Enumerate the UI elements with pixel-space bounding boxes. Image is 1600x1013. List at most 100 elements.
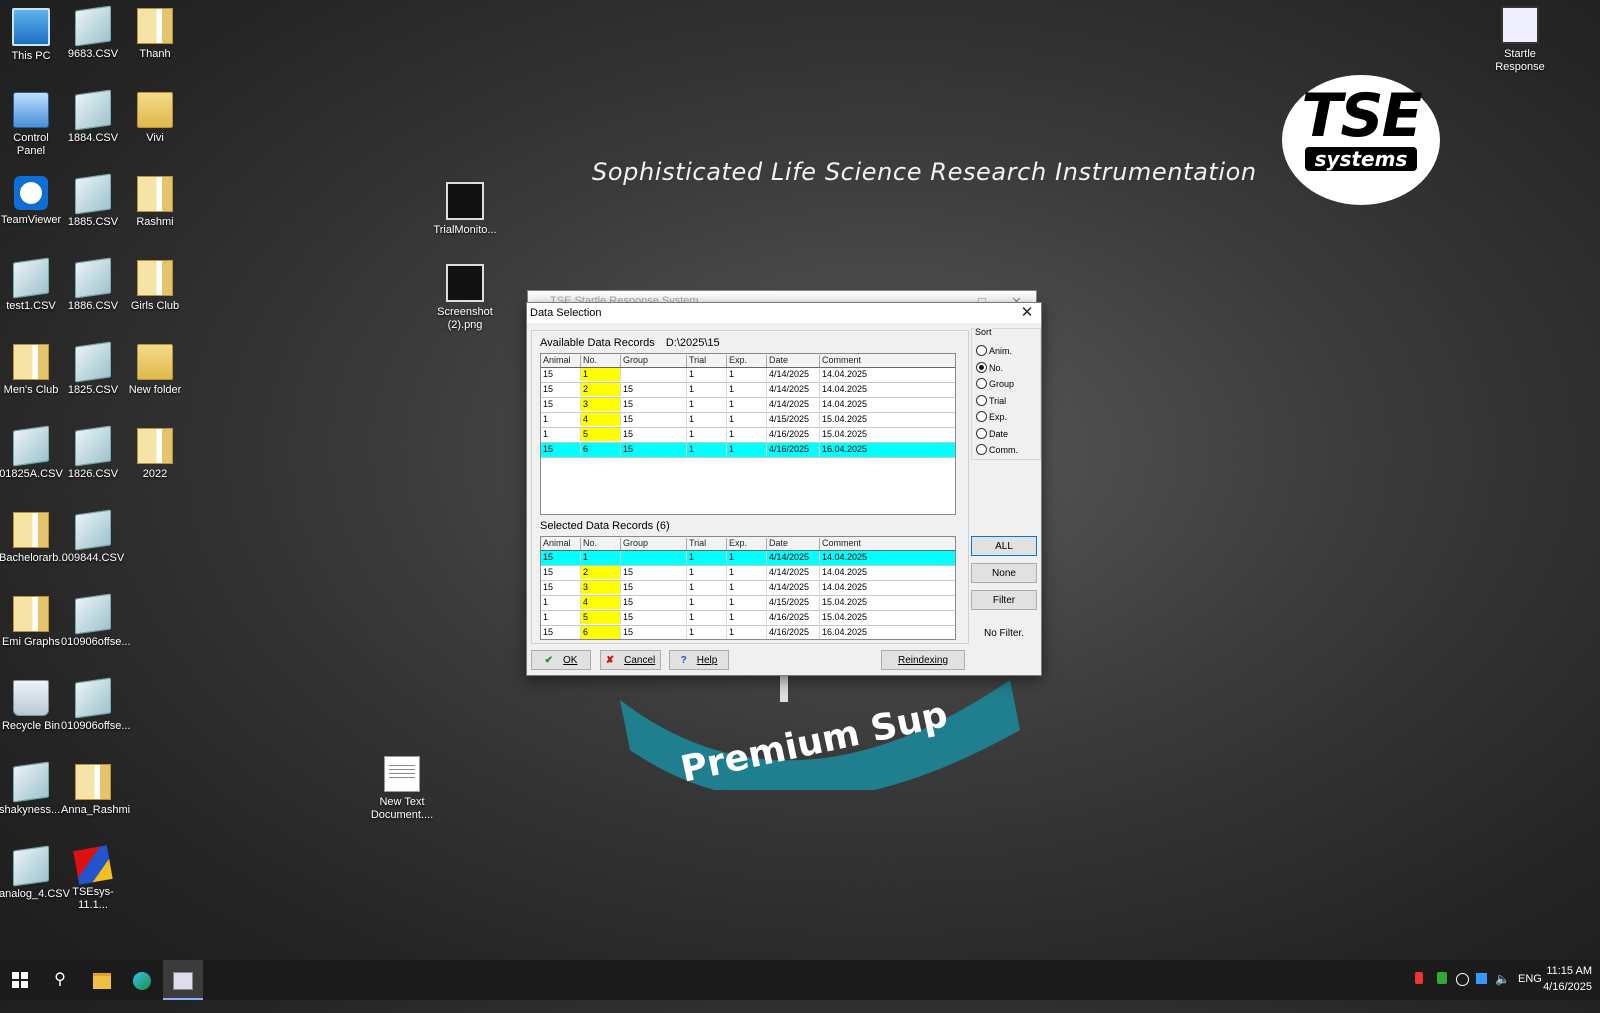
column-header[interactable]: Exp.: [727, 538, 767, 550]
sort-option[interactable]: Date: [976, 427, 1008, 439]
desktop-icon[interactable]: analog_4.CSV: [0, 845, 70, 901]
table-row[interactable]: 15 3 15 1 1 4/14/2025 14.04.2025: [541, 398, 955, 413]
desktop-icon[interactable]: 9683.CSV: [61, 5, 125, 61]
radio-button[interactable]: [976, 378, 987, 389]
edge-browser-icon[interactable]: [122, 960, 162, 1000]
sort-option[interactable]: Group: [976, 378, 1014, 389]
desktop-icon[interactable]: Vivi: [123, 92, 187, 145]
desktop-icon[interactable]: Men's Club: [0, 344, 63, 397]
table-row[interactable]: 15 1 1 1 4/14/2025 14.04.2025: [541, 368, 955, 383]
desktop-icon[interactable]: test1.CSV: [0, 257, 63, 313]
cancel-button[interactable]: ✘ Cancel: [600, 650, 661, 670]
table-row[interactable]: 15 1 1 1 4/14/2025 14.04.2025: [541, 551, 955, 566]
volume-icon[interactable]: 🔈: [1495, 972, 1510, 1012]
desktop-icon[interactable]: This PC: [0, 8, 63, 63]
desktop-icon[interactable]: 1826.CSV: [61, 425, 125, 481]
table-row[interactable]: 1 4 15 1 1 4/15/2025 15.04.2025: [541, 413, 955, 428]
startle-app-taskbar-icon[interactable]: [163, 960, 203, 1000]
column-header[interactable]: Date: [767, 538, 820, 550]
desktop-icon[interactable]: 009844.CSV: [61, 509, 125, 565]
radio-button[interactable]: [976, 411, 987, 422]
start-windows-icon[interactable]: [0, 960, 40, 1000]
desktop-icon[interactable]: 1885.CSV: [61, 173, 125, 229]
radio-button[interactable]: [976, 444, 987, 455]
column-header[interactable]: Group: [621, 355, 687, 367]
tray-monitor-icon[interactable]: [1476, 973, 1487, 984]
ok-button[interactable]: ✔ OK: [531, 650, 591, 670]
column-header[interactable]: Comment: [820, 538, 954, 550]
desktop-icon[interactable]: New Text Document....: [370, 756, 434, 822]
sort-option[interactable]: No.: [976, 361, 1003, 373]
desktop-icon[interactable]: 01825A.CSV: [0, 425, 63, 481]
dialog-close-icon[interactable]: ✕: [1017, 304, 1037, 322]
all-button[interactable]: ALL: [971, 536, 1037, 556]
desktop-icon[interactable]: New folder: [123, 344, 187, 397]
column-header[interactable]: Animal: [541, 355, 581, 367]
table-row[interactable]: 15 6 15 1 1 4/16/2025 16.04.2025: [541, 443, 955, 458]
reindexing-button[interactable]: Reindexing: [881, 650, 965, 670]
none-button[interactable]: None: [971, 563, 1037, 583]
dialog-titlebar[interactable]: Data Selection ✕: [527, 303, 1041, 323]
file-explorer-icon[interactable]: [82, 960, 122, 1000]
desktop-icon[interactable]: 1884.CSV: [61, 89, 125, 145]
help-button[interactable]: ? Help: [669, 650, 729, 670]
table-row[interactable]: 15 2 15 1 1 4/14/2025 14.04.2025: [541, 566, 955, 581]
column-header[interactable]: Trial: [687, 355, 727, 367]
column-header[interactable]: Date: [767, 355, 820, 367]
desktop-icon[interactable]: Thanh: [123, 8, 187, 61]
filter-button[interactable]: Filter: [971, 590, 1037, 610]
column-header[interactable]: Comment: [820, 355, 954, 367]
table-row[interactable]: 1 5 15 1 1 4/16/2025 15.04.2025: [541, 428, 955, 443]
available-records-table[interactable]: Animal No. Group Trial Exp. Date Comment 15 1 1 1 4…: [540, 353, 956, 515]
radio-button[interactable]: [976, 361, 987, 373]
csv-file-icon: [75, 509, 111, 551]
input-language[interactable]: ENG: [1518, 973, 1542, 1013]
radio-button[interactable]: [976, 394, 987, 406]
column-header[interactable]: No.: [581, 355, 621, 367]
table-row[interactable]: 1 5 15 1 1 4/16/2025 15.04.2025: [541, 611, 955, 626]
table-cell: 1: [687, 566, 727, 579]
desktop-icon[interactable]: Bachelorarb...: [0, 512, 67, 565]
sort-option[interactable]: Comm.: [976, 444, 1018, 455]
tray-app-icon[interactable]: [1415, 972, 1423, 984]
column-header[interactable]: Animal: [541, 538, 581, 550]
table-row[interactable]: 15 3 15 1 1 4/14/2025 14.04.2025: [541, 581, 955, 596]
table-row[interactable]: 1 4 15 1 1 4/15/2025 15.04.2025: [541, 596, 955, 611]
search-icon[interactable]: ⚲: [40, 960, 80, 1000]
desktop-icon[interactable]: 010906offse...: [61, 593, 131, 649]
table-row[interactable]: 15 2 15 1 1 4/14/2025 14.04.2025: [541, 383, 955, 398]
table-row[interactable]: 15 6 15 1 1 4/16/2025 16.04.2025: [541, 626, 955, 639]
network-globe-icon[interactable]: [1456, 973, 1469, 986]
desktop-icon-startle-response[interactable]: Startle Response: [1488, 6, 1552, 74]
desktop-icon[interactable]: TrialMonito...: [433, 182, 497, 237]
sort-option[interactable]: Trial: [976, 394, 1006, 406]
desktop-icon[interactable]: 010906offse...: [61, 677, 131, 733]
desktop-icon[interactable]: Girls Club: [123, 260, 187, 313]
column-header[interactable]: Trial: [687, 538, 727, 550]
sort-option[interactable]: Anim.: [976, 345, 1012, 356]
desktop-icon[interactable]: Recycle Bin: [0, 680, 63, 733]
sort-option[interactable]: Exp.: [976, 411, 1007, 422]
desktop-icon[interactable]: Anna_Rashmi: [61, 764, 130, 817]
desktop-icon[interactable]: Control Panel: [0, 92, 63, 158]
desktop-icon[interactable]: shakyness....: [0, 761, 63, 817]
desktop-icon[interactable]: 1886.CSV: [61, 257, 125, 313]
radio-button[interactable]: [976, 427, 987, 439]
column-header[interactable]: No.: [581, 538, 621, 550]
csv-file-icon: [75, 5, 111, 47]
system-clock[interactable]: 11:15 AM 4/16/2025: [1543, 963, 1592, 995]
desktop-icon[interactable]: Rashmi: [123, 176, 187, 229]
desktop-icon[interactable]: TeamViewer: [0, 176, 63, 227]
desktop-icon-label: Anna_Rashmi: [61, 804, 131, 816]
desktop-icon[interactable]: TSEsys-11.1...: [61, 845, 125, 912]
selected-records-table[interactable]: Animal No. Group Trial Exp. Date Comment 15 1 1 1 4…: [540, 536, 956, 640]
desktop-icon[interactable]: 2022: [123, 428, 187, 481]
desktop-icon-label: test1.CSV: [6, 300, 56, 312]
desktop-icon[interactable]: Screenshot (2).png: [433, 264, 497, 332]
desktop-icon[interactable]: Emi Graphs: [0, 596, 63, 649]
column-header[interactable]: Group: [621, 538, 687, 550]
desktop-icon[interactable]: 1825.CSV: [61, 341, 125, 397]
column-header[interactable]: Exp.: [727, 355, 767, 367]
security-shield-icon[interactable]: [1437, 972, 1447, 984]
radio-button[interactable]: [976, 345, 987, 356]
